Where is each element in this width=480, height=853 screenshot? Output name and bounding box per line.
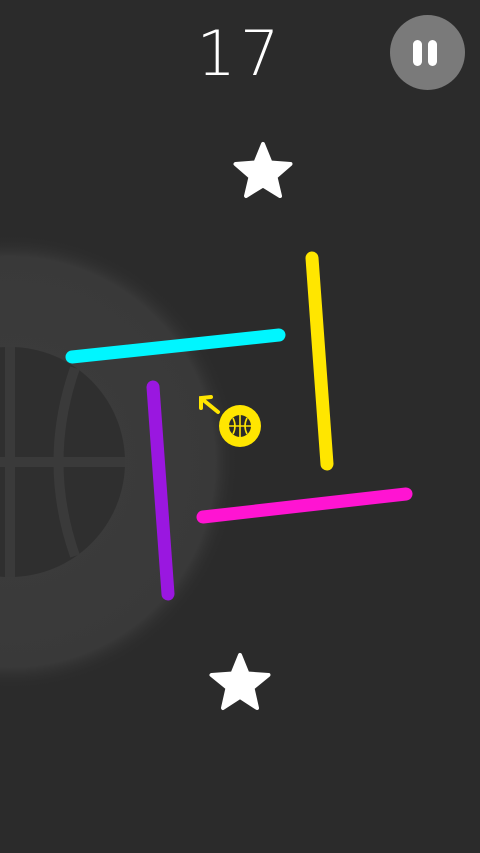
play-field[interactable] — [0, 0, 480, 853]
background-basketball-icon — [0, 234, 238, 690]
yellow-bar — [305, 251, 334, 471]
basketball-icon[interactable] — [219, 405, 261, 447]
bottom-star-icon — [209, 653, 271, 710]
pause-icon-bar — [428, 40, 437, 66]
pause-button[interactable] — [390, 15, 465, 90]
pause-icon — [413, 40, 422, 66]
game-screen[interactable]: 17 — [0, 0, 480, 853]
top-star-icon — [233, 142, 293, 198]
